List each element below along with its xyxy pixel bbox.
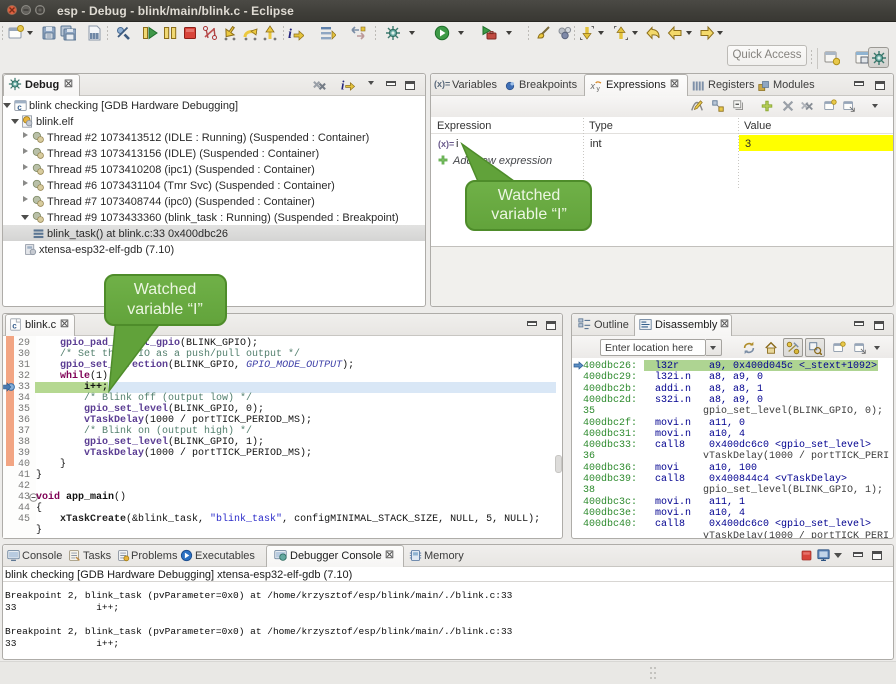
svg-text:Watched: Watched bbox=[498, 187, 561, 204]
svg-text:Watched: Watched bbox=[134, 281, 197, 298]
svg-text:variable “I”: variable “I” bbox=[491, 206, 567, 223]
svg-text:variable “I”: variable “I” bbox=[127, 301, 203, 318]
